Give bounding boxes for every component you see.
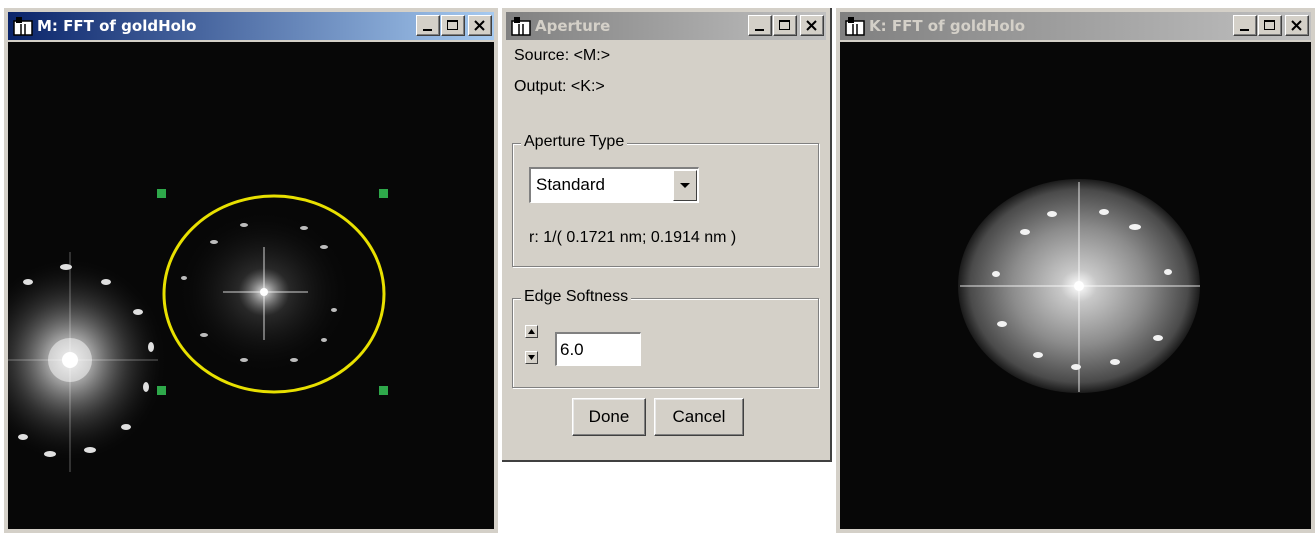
close-button[interactable] — [1285, 15, 1309, 36]
app-window-icon — [511, 17, 531, 36]
edge-softness-group: Edge Softness — [512, 288, 819, 388]
close-icon — [806, 20, 817, 31]
fft-source-image[interactable] — [8, 42, 494, 529]
aperture-type-group: Aperture Type Standard r: 1/( 0.1721 nm;… — [512, 133, 819, 267]
roi-handle-top-right[interactable] — [379, 189, 388, 198]
minimize-icon — [755, 29, 764, 31]
output-label: Output: <K:> — [514, 78, 605, 95]
window-title: K: FFT of goldHolo — [869, 17, 1026, 35]
aperture-titlebar[interactable]: Aperture — [506, 12, 826, 40]
minimize-button[interactable] — [416, 15, 440, 36]
app-window-icon — [845, 17, 865, 36]
fft-result-image[interactable] — [840, 42, 1311, 529]
edge-softness-input[interactable] — [555, 332, 641, 366]
roi-handle-top-left[interactable] — [157, 189, 166, 198]
aperture-type-dropdown-button[interactable] — [673, 170, 697, 201]
window-title: Aperture — [535, 17, 611, 35]
aperture-type-value: Standard — [536, 175, 605, 194]
aperture-type-legend: Aperture Type — [521, 133, 628, 151]
source-label: Source: <M:> — [514, 47, 611, 64]
spin-up-icon — [528, 329, 535, 334]
aperture-type-select[interactable]: Standard — [529, 167, 699, 203]
close-icon — [474, 20, 485, 31]
minimize-button[interactable] — [748, 15, 772, 36]
aperture-radius-label: r: 1/( 0.1721 nm; 0.1914 nm ) — [529, 229, 737, 246]
dropdown-arrow-icon — [680, 183, 690, 188]
window-title: M: FFT of goldHolo — [37, 17, 197, 35]
fft-result-canvas — [958, 179, 1200, 393]
maximize-button[interactable] — [1258, 15, 1282, 36]
app-window-icon — [13, 17, 33, 36]
done-button[interactable]: Done — [572, 398, 646, 436]
cancel-button[interactable]: Cancel — [654, 398, 744, 436]
fft-source-titlebar[interactable]: M: FFT of goldHolo — [8, 12, 494, 40]
fft-result-window: K: FFT of goldHolo — [836, 8, 1315, 533]
maximize-icon — [779, 20, 790, 30]
aperture-dialog: Aperture Source: <M:> Output: <K:> Apert… — [502, 8, 832, 462]
spin-down-button[interactable] — [525, 351, 538, 364]
roi-handle-bottom-right[interactable] — [379, 386, 388, 395]
minimize-icon — [1240, 29, 1249, 31]
edge-softness-legend: Edge Softness — [521, 288, 632, 306]
minimize-button[interactable] — [1233, 15, 1257, 36]
spin-down-icon — [528, 355, 535, 360]
maximize-button[interactable] — [441, 15, 465, 36]
close-icon — [1291, 20, 1302, 31]
minimize-icon — [423, 29, 432, 31]
fft-source-window: M: FFT of goldHolo — [4, 8, 498, 533]
maximize-icon — [1264, 20, 1275, 30]
spin-up-button[interactable] — [525, 325, 538, 338]
fft-result-titlebar[interactable]: K: FFT of goldHolo — [840, 12, 1311, 40]
maximize-button[interactable] — [773, 15, 797, 36]
close-button[interactable] — [800, 15, 824, 36]
fft-source-canvas — [8, 189, 388, 472]
maximize-icon — [447, 20, 458, 30]
roi-handle-bottom-left[interactable] — [157, 386, 166, 395]
close-button[interactable] — [468, 15, 492, 36]
